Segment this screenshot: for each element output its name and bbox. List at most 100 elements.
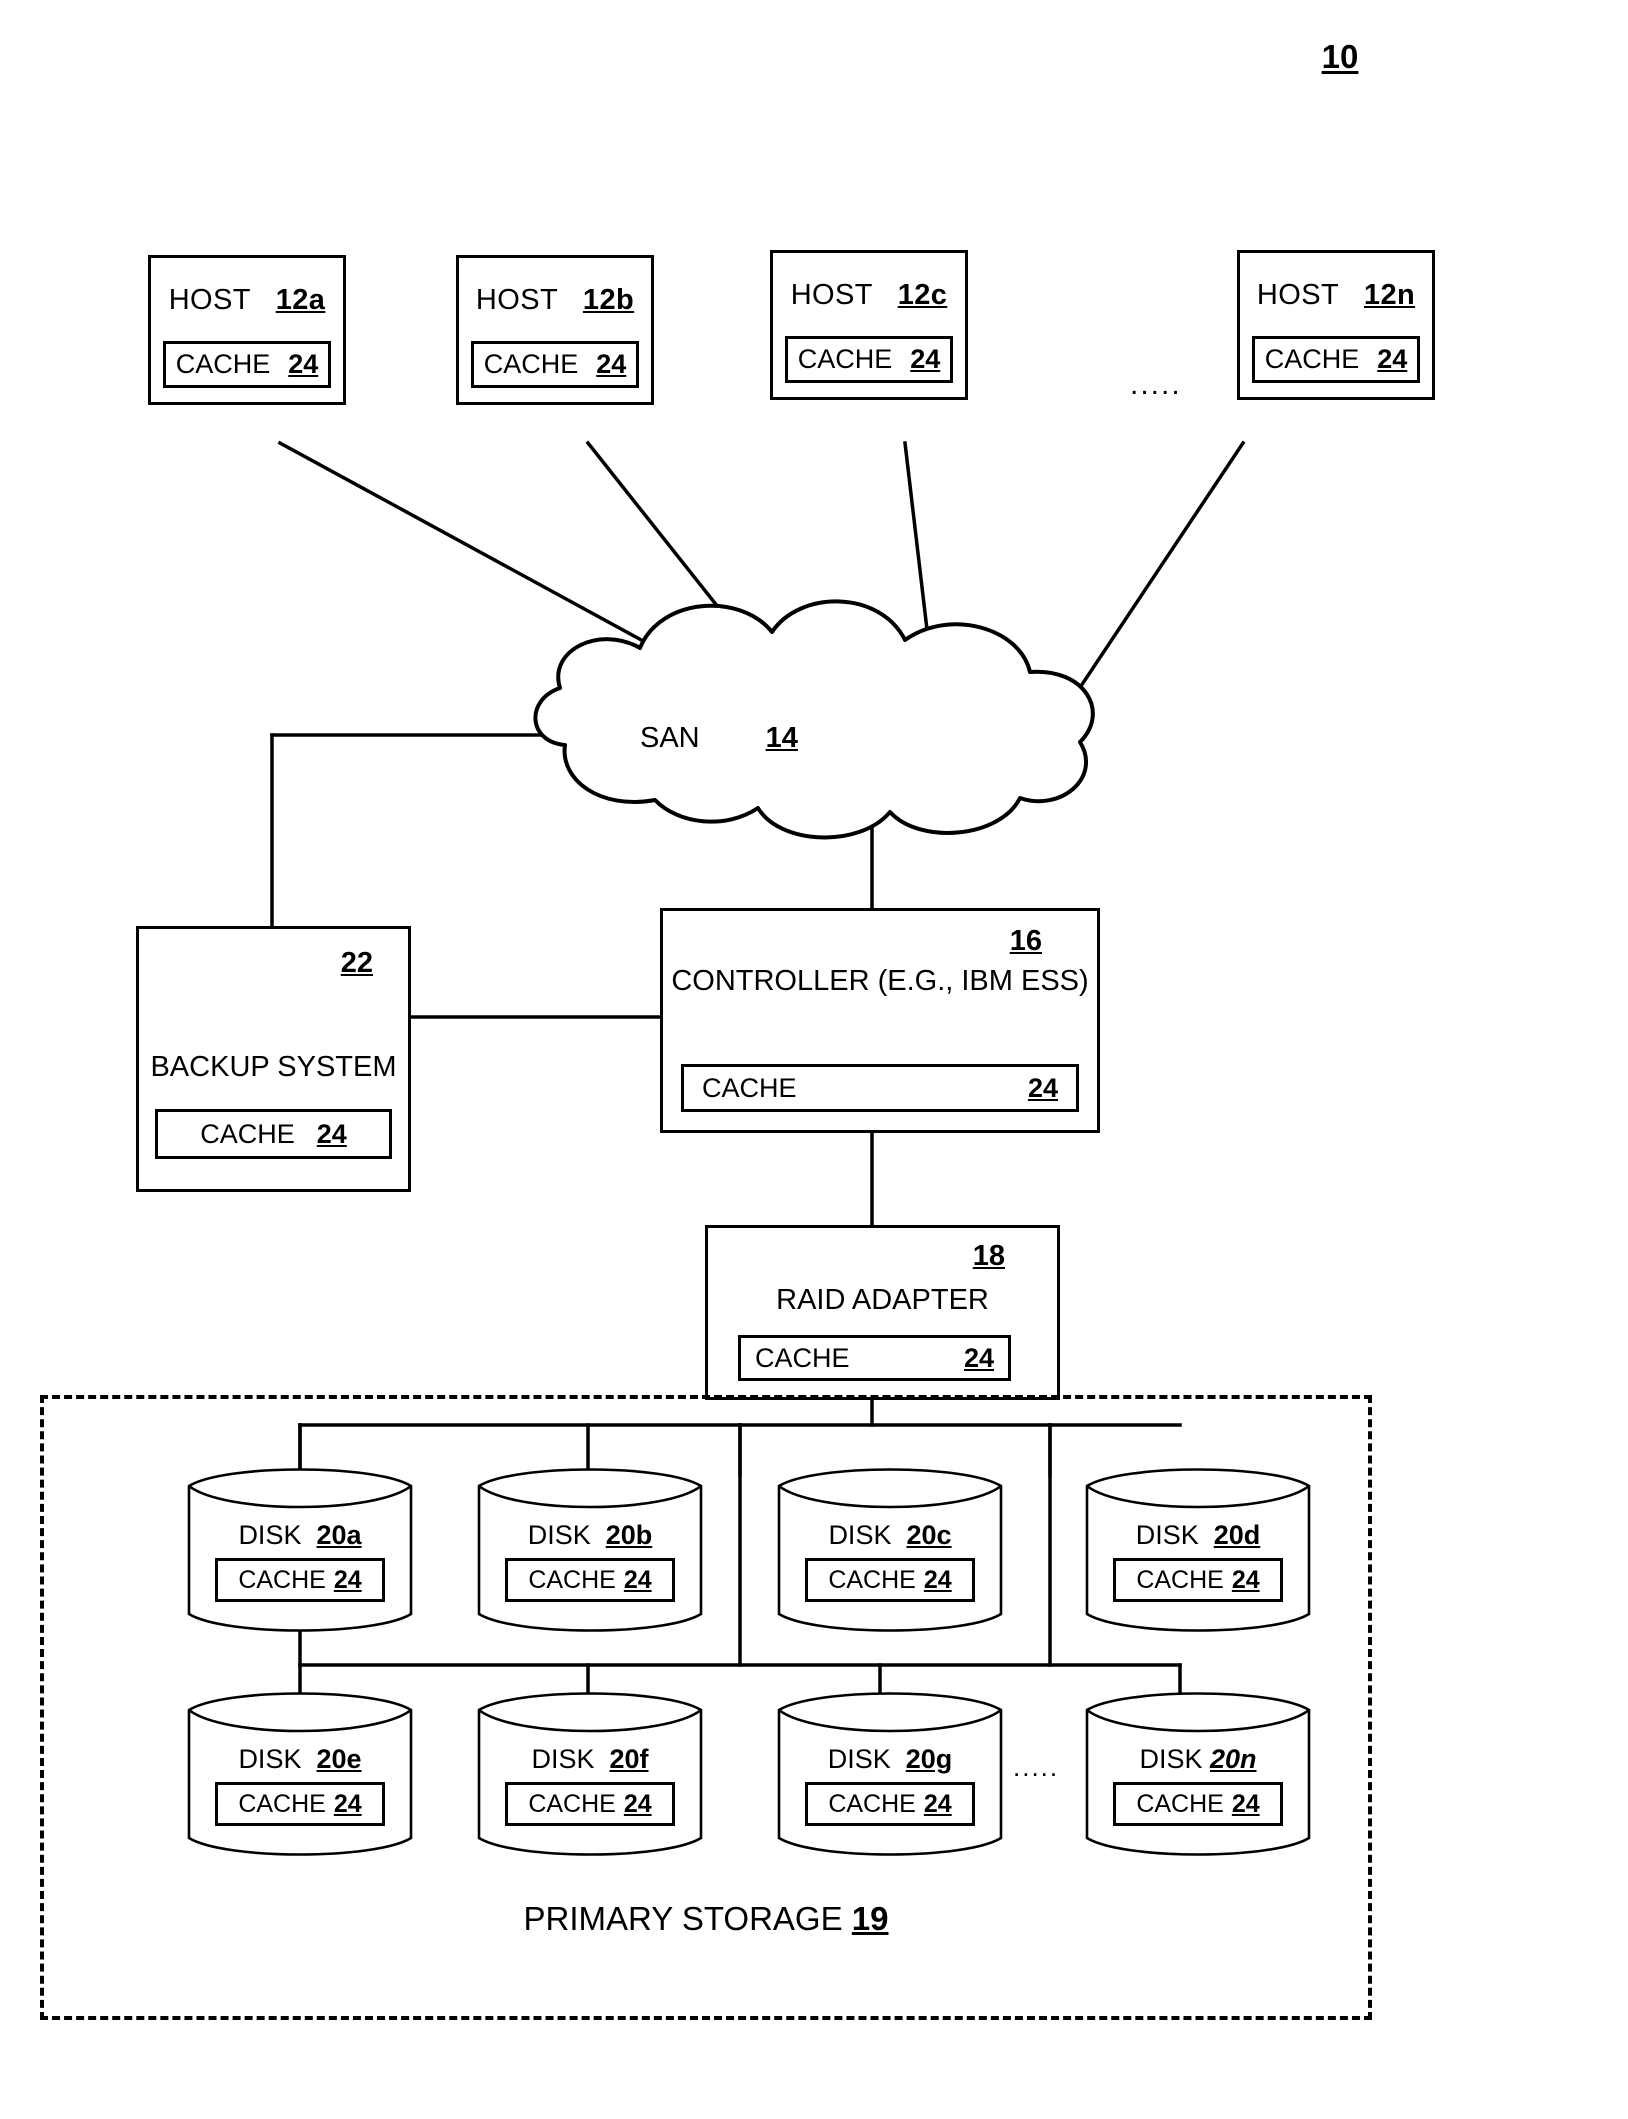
host-box-12c[interactable]: HOST 12c CACHE 24 [770, 250, 968, 400]
disk-20f[interactable]: DISK 20f CACHE 24 [475, 1686, 705, 1861]
cache-label: CACHE [702, 1072, 797, 1103]
disk-20b[interactable]: DISK 20b CACHE 24 [475, 1462, 705, 1637]
cache-ref: 24 [596, 349, 627, 379]
disk-20c[interactable]: DISK 20c CACHE 24 [775, 1462, 1005, 1637]
cache-label: CACHE [1136, 1565, 1224, 1594]
cache-ref: 24 [1027, 1072, 1058, 1103]
host-label: HOST [168, 284, 251, 316]
disk-ref-20g: 20g [905, 1744, 953, 1774]
disk-ref-20b: 20b [605, 1520, 653, 1550]
disk-20d[interactable]: DISK 20d CACHE 24 [1083, 1462, 1313, 1637]
disk-label: DISK [1139, 1744, 1203, 1774]
host-box-12a[interactable]: HOST 12a CACHE 24 [148, 255, 346, 405]
host-cache-12b[interactable]: CACHE 24 [471, 341, 639, 388]
controller-cache[interactable]: CACHE 24 [681, 1064, 1079, 1112]
disk-20g[interactable]: DISK 20g CACHE 24 [775, 1686, 1005, 1861]
disk-ref-20c: 20c [906, 1520, 952, 1550]
host-title-12n: HOST 12n [1240, 279, 1432, 312]
disk-title-20n: DISK 20n [1083, 1744, 1313, 1775]
cache-label: CACHE [828, 1565, 916, 1594]
disk-label: DISK [527, 1520, 591, 1550]
host-ref-12a: 12a [275, 284, 326, 316]
cache-ref: 24 [316, 1118, 347, 1149]
disk-cache-20b[interactable]: CACHE 24 [505, 1558, 675, 1602]
disk-ref-20e: 20e [316, 1744, 362, 1774]
cache-label: CACHE [1264, 344, 1360, 374]
host-label: HOST [475, 284, 558, 316]
cache-ref: 24 [1377, 344, 1408, 374]
disk-label: DISK [531, 1744, 595, 1774]
host-cache-12c[interactable]: CACHE 24 [785, 336, 953, 383]
disk-ref-20d: 20d [1213, 1520, 1261, 1550]
disk-20n[interactable]: DISK 20n CACHE 24 [1083, 1686, 1313, 1861]
cache-ref: 24 [623, 1789, 652, 1818]
disk-cache-20c[interactable]: CACHE 24 [805, 1558, 975, 1602]
cache-label: CACHE [797, 344, 893, 374]
raid-title: RAID ADAPTER [776, 1284, 989, 1316]
backup-ref: 22 [340, 947, 373, 979]
disk-label: DISK [238, 1520, 302, 1550]
cache-label: CACHE [483, 349, 579, 379]
controller-ref: 16 [1009, 925, 1042, 957]
host-label: HOST [790, 279, 873, 311]
backup-system-box[interactable]: 22 BACKUP SYSTEM CACHE 24 [136, 926, 411, 1192]
disk-20a[interactable]: DISK 20a CACHE 24 [185, 1462, 415, 1637]
disk-title-20c: DISK 20c [775, 1520, 1005, 1551]
disk-title-20b: DISK 20b [475, 1520, 705, 1551]
host-label: HOST [1256, 279, 1339, 311]
host-box-12b[interactable]: HOST 12b CACHE 24 [456, 255, 654, 405]
controller-box[interactable]: 16 CONTROLLER (E.G., IBM ESS) CACHE 24 [660, 908, 1100, 1133]
disk-label: DISK [1135, 1520, 1199, 1550]
disk-label: DISK [827, 1744, 891, 1774]
disk-cache-20f[interactable]: CACHE 24 [505, 1782, 675, 1826]
disk-cache-20e[interactable]: CACHE 24 [215, 1782, 385, 1826]
disk-20e[interactable]: DISK 20e CACHE 24 [185, 1686, 415, 1861]
disk-ref-20a: 20a [316, 1520, 362, 1550]
disk-ref-20f: 20f [609, 1744, 649, 1774]
host-cache-12a[interactable]: CACHE 24 [163, 341, 331, 388]
disk-label: DISK [828, 1520, 892, 1550]
cache-ref: 24 [910, 344, 941, 374]
host-cache-12n[interactable]: CACHE 24 [1252, 336, 1420, 383]
primary-storage-text: PRIMARY STORAGE [523, 1900, 843, 1937]
raid-adapter-box[interactable]: 18 RAID ADAPTER CACHE 24 [705, 1225, 1060, 1400]
disk-cache-20a[interactable]: CACHE 24 [215, 1558, 385, 1602]
cache-ref: 24 [1231, 1565, 1260, 1594]
cache-label: CACHE [1136, 1789, 1224, 1818]
cache-label: CACHE [755, 1342, 850, 1373]
disk-cache-20d[interactable]: CACHE 24 [1113, 1558, 1283, 1602]
cache-label: CACHE [175, 349, 271, 379]
disk-label: DISK [238, 1744, 302, 1774]
backup-cache[interactable]: CACHE 24 [155, 1109, 392, 1159]
host-box-12n[interactable]: HOST 12n CACHE 24 [1237, 250, 1435, 400]
disks-ellipsis: ..... [1013, 1752, 1060, 1782]
cache-ref: 24 [923, 1565, 952, 1594]
host-title-12a: HOST 12a [151, 284, 343, 317]
disk-title-20d: DISK 20d [1083, 1520, 1313, 1551]
raid-ref: 18 [972, 1240, 1005, 1272]
host-ref-12b: 12b [582, 284, 635, 316]
cache-label: CACHE [238, 1789, 326, 1818]
raid-cache[interactable]: CACHE 24 [738, 1335, 1011, 1381]
cache-ref: 24 [1231, 1789, 1260, 1818]
cache-ref: 24 [333, 1565, 362, 1594]
disk-cache-20n[interactable]: CACHE 24 [1113, 1782, 1283, 1826]
cache-label: CACHE [238, 1565, 326, 1594]
primary-storage-ref: 19 [851, 1900, 889, 1937]
cache-label: CACHE [528, 1565, 616, 1594]
patent-figure: 10 SAN 14 HOST 12a CACHE 24 HOST 12b CAC… [0, 0, 1628, 2119]
disk-title-20f: DISK 20f [475, 1744, 705, 1775]
hosts-ellipsis: ..... [1130, 368, 1182, 401]
backup-title: BACKUP SYSTEM [150, 1051, 397, 1083]
host-title-12c: HOST 12c [773, 279, 965, 312]
disk-title-20a: DISK 20a [185, 1520, 415, 1551]
cache-ref: 24 [963, 1342, 994, 1373]
disk-cache-20g[interactable]: CACHE 24 [805, 1782, 975, 1826]
san-ref: 14 [765, 722, 798, 754]
san-label-text: SAN [640, 722, 700, 754]
cache-ref: 24 [333, 1789, 362, 1818]
disk-ref-20n: 20n [1210, 1744, 1257, 1774]
cache-ref: 24 [923, 1789, 952, 1818]
cache-label: CACHE [200, 1118, 295, 1149]
cache-label: CACHE [528, 1789, 616, 1818]
